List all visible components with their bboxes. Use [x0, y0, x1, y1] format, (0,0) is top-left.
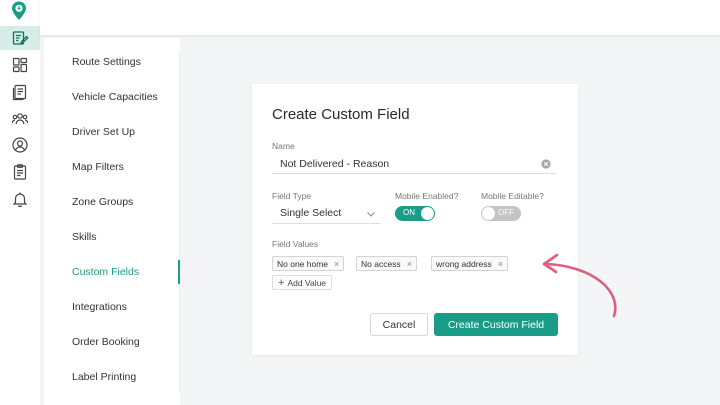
rail-item-dashboard[interactable]	[0, 53, 40, 77]
nav-divider	[179, 52, 180, 392]
rail-item-documents[interactable]	[0, 80, 40, 104]
mobile-editable-toggle[interactable]: OFF	[481, 206, 521, 221]
nav-item-skills[interactable]: Skills	[72, 231, 97, 243]
chevron-down-icon	[367, 212, 375, 217]
nav-item-map-filters[interactable]: Map Filters	[72, 161, 124, 173]
chip-label: No access	[361, 258, 401, 269]
mobile-enabled-toggle[interactable]: ON	[395, 206, 435, 221]
create-custom-field-card: Create Custom Field Name Field Type Sing…	[252, 84, 578, 355]
route-pin-logo[interactable]	[8, 0, 30, 22]
field-type-value: Single Select	[280, 207, 342, 219]
clipboard-icon	[13, 164, 27, 180]
nav-item-vehicle-capacities[interactable]: Vehicle Capacities	[72, 91, 158, 103]
edit-form-icon	[12, 31, 29, 45]
field-type-label: Field Type	[272, 191, 312, 201]
remove-chip-icon[interactable]: ×	[407, 259, 412, 269]
toggle-on-text: ON	[403, 208, 415, 217]
remove-chip-icon[interactable]: ×	[334, 259, 339, 269]
chip-label: wrong address	[436, 258, 492, 269]
add-value-label: Add Value	[287, 277, 327, 288]
icon-rail	[0, 0, 40, 405]
dashboard-grid-icon	[12, 57, 28, 73]
nav-item-label-printing[interactable]: Label Printing	[72, 371, 136, 383]
team-users-icon	[11, 113, 29, 125]
add-value-button[interactable]: + Add Value	[272, 275, 333, 290]
user-circle-icon	[12, 137, 28, 153]
rail-item-edit[interactable]	[0, 26, 40, 50]
clear-input-icon[interactable]	[541, 159, 551, 169]
annotation-arrow-icon	[542, 253, 617, 318]
rail-item-profile[interactable]	[0, 133, 40, 157]
field-type-select[interactable]: Single Select	[272, 204, 380, 224]
nav-item-custom-fields[interactable]: Custom Fields	[72, 266, 139, 278]
nav-item-order-booking[interactable]: Order Booking	[72, 336, 140, 348]
nav-item-route-settings[interactable]: Route Settings	[72, 56, 141, 68]
documents-icon	[12, 84, 27, 101]
remove-chip-icon[interactable]: ×	[498, 259, 503, 269]
nav-item-driver-set-up[interactable]: Driver Set Up	[72, 126, 135, 138]
name-input[interactable]	[272, 154, 556, 174]
card-title: Create Custom Field	[272, 106, 410, 123]
rail-item-clipboard[interactable]	[0, 160, 40, 184]
chip-label: No one home	[277, 258, 329, 269]
cancel-button[interactable]: Cancel	[370, 313, 428, 336]
nav-item-integrations[interactable]: Integrations	[72, 301, 127, 313]
mobile-enabled-label: Mobile Enabled?	[395, 191, 459, 201]
top-bar	[40, 0, 720, 36]
mobile-editable-label: Mobile Editable?	[481, 191, 544, 201]
field-value-chip: wrong address ×	[431, 256, 509, 271]
rail-item-team[interactable]	[0, 107, 40, 131]
rail-item-notifications[interactable]	[0, 187, 40, 211]
toggle-knob	[421, 207, 434, 220]
nav-active-indicator	[178, 260, 180, 284]
field-value-chip: No one home ×	[272, 256, 345, 271]
bell-icon	[12, 192, 28, 208]
settings-nav: Route Settings Vehicle Capacities Driver…	[44, 38, 180, 405]
field-value-chip: No access ×	[356, 256, 417, 271]
nav-item-zone-groups[interactable]: Zone Groups	[72, 196, 133, 208]
plus-icon: +	[278, 276, 285, 289]
field-values-label: Field Values	[272, 239, 319, 249]
toggle-knob	[482, 207, 495, 220]
toggle-off-text: OFF	[498, 208, 514, 217]
name-label: Name	[272, 141, 295, 151]
